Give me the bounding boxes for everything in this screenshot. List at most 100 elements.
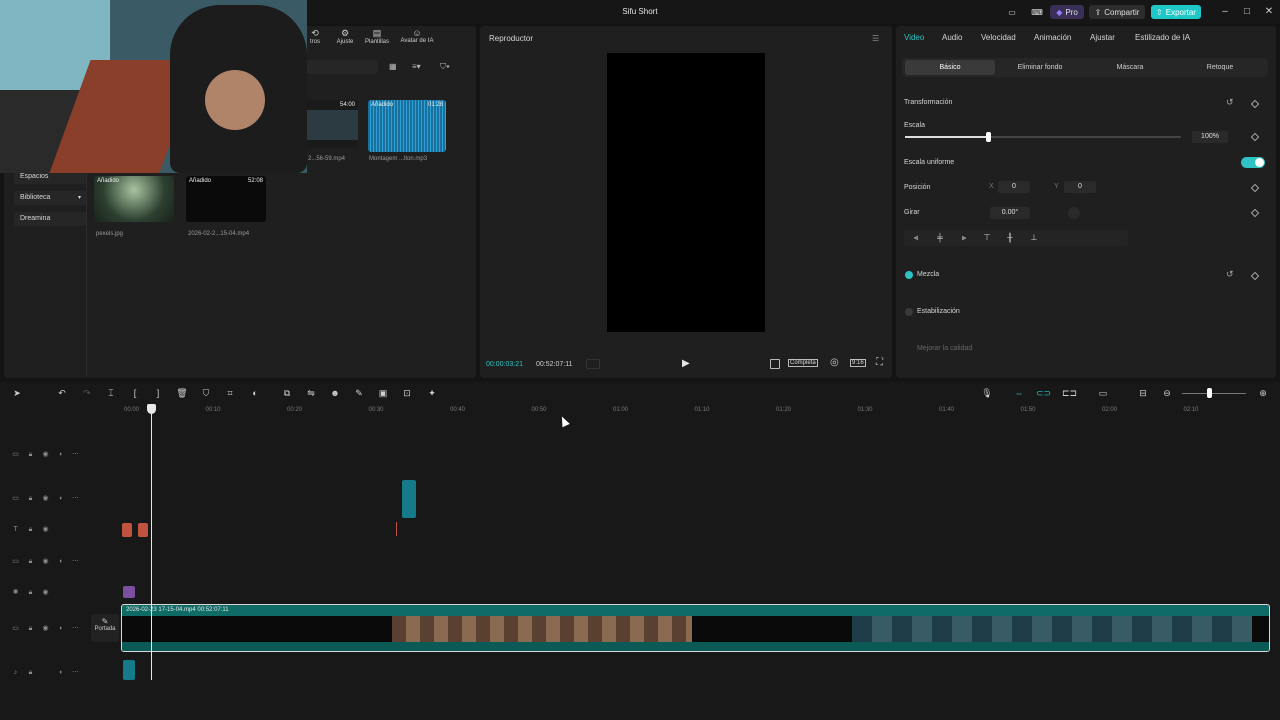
- scale-value[interactable]: 100%: [1192, 131, 1228, 143]
- tab-adjust[interactable]: Ajustar: [1090, 33, 1115, 42]
- tab-animation[interactable]: Animación: [1034, 33, 1071, 42]
- ratio-button[interactable]: 9:16: [850, 359, 866, 367]
- playhead[interactable]: [151, 408, 152, 680]
- text-clip[interactable]: [122, 523, 132, 537]
- pro-button[interactable]: ◆ Pro: [1050, 5, 1084, 19]
- microphone-icon[interactable]: 🎙: [980, 387, 994, 399]
- tab-audio[interactable]: Audio: [942, 33, 962, 42]
- fullscreen-icon[interactable]: ⛶: [876, 357, 883, 368]
- toolbar-item-plantillas[interactable]: ▤ Plantillas: [359, 28, 395, 45]
- subtab-basic[interactable]: Básico: [905, 60, 995, 75]
- maximize-icon[interactable]: □: [1240, 5, 1254, 19]
- toolbar-item-tros[interactable]: ⟲ tros: [304, 28, 326, 45]
- split-icon[interactable]: ⌶: [104, 387, 118, 399]
- reset-icon[interactable]: ↺: [1226, 97, 1234, 108]
- filter-dropdown-icon[interactable]: ⛉▾: [440, 62, 450, 72]
- full-quality-button[interactable]: Completa: [788, 359, 818, 367]
- close-icon[interactable]: ✕: [1262, 5, 1276, 19]
- keyboard-icon[interactable]: ⌨: [1030, 5, 1044, 19]
- keyframe-icon[interactable]: [1250, 271, 1260, 281]
- trim-right-icon[interactable]: ]: [151, 387, 165, 399]
- magnet-icon[interactable]: ⊂⊃: [1036, 387, 1051, 399]
- sidebar-item-biblioteca[interactable]: Biblioteca ▾: [14, 191, 86, 205]
- toolbar-item-ajuste[interactable]: ⚙ Ajuste: [331, 28, 359, 45]
- export-button[interactable]: ⇧ Exportar: [1151, 5, 1201, 19]
- person-icon[interactable]: ☻: [328, 387, 342, 399]
- time-ruler[interactable]: 00:00 00:10 00:20 00:30 00:40 00:50 01:00 01:10…: [0, 404, 1280, 418]
- text-clip[interactable]: [138, 523, 148, 537]
- main-video-clip[interactable]: 2026-02-23 17-15-04.mp4 00:52:07:11: [121, 604, 1270, 652]
- select-icon[interactable]: ➤: [10, 387, 24, 399]
- audio-clip[interactable]: [123, 660, 135, 680]
- play-icon[interactable]: ▶: [682, 358, 690, 369]
- sort-icon[interactable]: ≡▾: [412, 62, 421, 71]
- tab-video[interactable]: Video: [904, 33, 924, 42]
- sidebar-item-dreamina[interactable]: Dreamina: [14, 212, 86, 226]
- crop-icon[interactable]: ⌗: [223, 387, 237, 399]
- shield-icon[interactable]: ⛉: [199, 387, 213, 399]
- search-input[interactable]: [306, 60, 378, 74]
- align-right-icon[interactable]: ⫸: [954, 232, 974, 244]
- screenshot-icon[interactable]: ◎: [830, 357, 839, 368]
- overlay-clip[interactable]: [402, 480, 416, 518]
- mirror-icon[interactable]: ⇋: [304, 387, 318, 399]
- cover-button[interactable]: ✎ Portada: [91, 614, 119, 642]
- media-item-video-2[interactable]: Añadido 52:08: [186, 176, 266, 222]
- scale-slider[interactable]: [905, 132, 1181, 142]
- media-item-video-1[interactable]: 54:00: [306, 100, 358, 148]
- align-bottom-icon[interactable]: ⊥: [1024, 232, 1044, 244]
- toolbar-item-avatar[interactable]: ☺ Avatar de IA: [396, 28, 438, 44]
- keyframe-icon[interactable]: [1250, 183, 1260, 193]
- undo-icon[interactable]: ↶: [55, 387, 69, 399]
- scale-knob[interactable]: [985, 132, 991, 142]
- layout-icon[interactable]: ▭: [1005, 5, 1019, 19]
- rotate-input[interactable]: 0.00°: [990, 207, 1030, 219]
- reset-icon[interactable]: ↺: [1226, 269, 1234, 280]
- caption-icon[interactable]: ⊟: [1136, 387, 1150, 399]
- subtab-remove-bg[interactable]: Eliminar fondo: [995, 60, 1085, 75]
- timecode-icon[interactable]: [586, 359, 600, 369]
- align-left-icon[interactable]: ⫷: [906, 232, 926, 244]
- delete-icon[interactable]: 🗑: [175, 387, 189, 399]
- trim-left-icon[interactable]: [: [128, 387, 142, 399]
- menu-icon[interactable]: ☰: [872, 34, 879, 43]
- effect-clip[interactable]: [123, 586, 135, 598]
- zoom-knob[interactable]: [1207, 388, 1212, 398]
- keyframe-icon[interactable]: [1250, 132, 1260, 142]
- tab-ai-style[interactable]: Estilizado de IA: [1135, 33, 1190, 42]
- uniform-scale-toggle[interactable]: [1241, 157, 1265, 168]
- align-center-h-icon[interactable]: ╪: [930, 232, 950, 244]
- tab-speed[interactable]: Velocidad: [981, 33, 1016, 42]
- magic-icon[interactable]: ✎: [352, 387, 366, 399]
- share-button[interactable]: ⇪ Compartir: [1089, 5, 1145, 19]
- resize-icon[interactable]: ⊡: [400, 387, 414, 399]
- grid-view-icon[interactable]: ▦: [389, 62, 397, 71]
- subtab-retouch[interactable]: Retoque: [1175, 60, 1265, 75]
- pos-x-input[interactable]: 0: [998, 181, 1030, 193]
- snap-icon[interactable]: ⊏⊐: [1062, 387, 1077, 399]
- subtab-mask[interactable]: Máscara: [1085, 60, 1175, 75]
- media-item-image[interactable]: Añadido: [94, 176, 174, 222]
- rotate-dial[interactable]: [1068, 207, 1080, 219]
- keyframe-icon[interactable]: [1250, 208, 1260, 218]
- preview-icon[interactable]: ▭: [1096, 387, 1110, 399]
- speed-icon[interactable]: ◐: [248, 387, 262, 399]
- zoom-in-icon[interactable]: ⊕: [1256, 387, 1270, 399]
- keyframe-icon[interactable]: [1250, 99, 1260, 109]
- minimize-icon[interactable]: –: [1218, 5, 1232, 19]
- stabilize-checkbox[interactable]: [905, 308, 913, 316]
- align-top-icon[interactable]: ⊤: [977, 232, 997, 244]
- media-item-audio[interactable]: Añadido 01:28: [368, 100, 446, 152]
- align-center-v-icon[interactable]: ╫: [1000, 232, 1020, 244]
- pos-y-input[interactable]: 0: [1064, 181, 1096, 193]
- zoom-out-icon[interactable]: ⊖: [1160, 387, 1174, 399]
- replace-icon[interactable]: ⧉: [280, 387, 294, 399]
- frame-icon[interactable]: ▣: [376, 387, 390, 399]
- link-icon[interactable]: ⇔: [1012, 387, 1026, 399]
- crop-icon[interactable]: [770, 359, 780, 369]
- video-viewport[interactable]: [607, 53, 765, 332]
- zoom-slider[interactable]: [1182, 393, 1246, 394]
- blend-checkbox[interactable]: [905, 271, 913, 279]
- ai-icon[interactable]: ✦: [425, 387, 439, 399]
- redo-icon[interactable]: ↷: [80, 387, 94, 399]
